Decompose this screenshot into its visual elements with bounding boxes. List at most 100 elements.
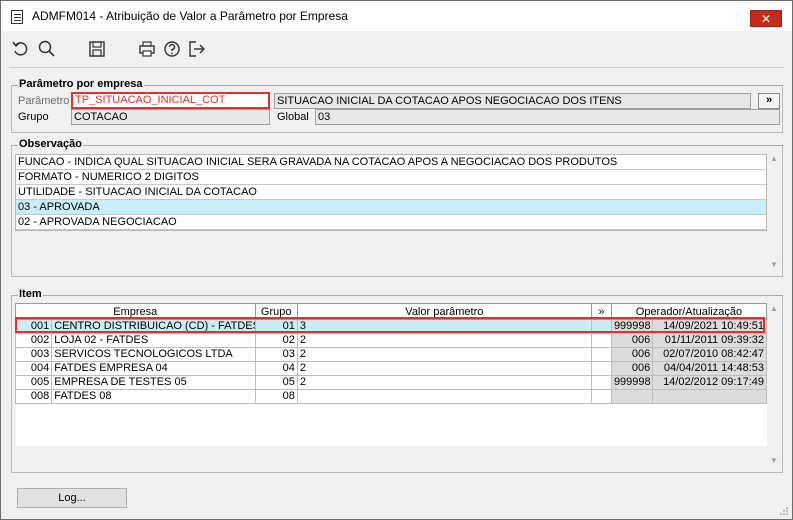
empresa-name-cell[interactable]: CENTRO DISTRIBUICAO (CD) - FATDES (51, 319, 256, 334)
atualizacao-cell[interactable]: 14/09/2021 10:49:51 (652, 319, 767, 334)
empty-cell (15, 403, 52, 418)
table-row[interactable]: 002 LOJA 02 - FATDES 02 2 006 01/11/2011 09:3… (14, 333, 767, 348)
empty-cell (51, 431, 256, 446)
parametro-more-button[interactable]: » (758, 93, 780, 109)
observacao-line-selected[interactable]: 03 - APROVADA (16, 200, 766, 215)
atualizacao-cell[interactable]: 01/11/2011 09:39:32 (652, 333, 767, 348)
scroll-up-icon[interactable]: ▲ (768, 154, 780, 163)
empty-cell (297, 431, 592, 446)
grupo-cell[interactable]: 01 (254, 319, 298, 334)
observacao-line[interactable]: FORMATO - NUMERICO 2 DIGITOS (16, 170, 766, 185)
valor-cell[interactable]: 2 (296, 347, 592, 362)
valor-more-cell[interactable] (590, 389, 612, 404)
operador-cell[interactable] (610, 389, 654, 404)
observacao-section: Observação FUNCAO - INDICA QUAL SITUACAO… (11, 138, 783, 277)
empty-row (15, 417, 767, 432)
valor-cell[interactable]: 2 (296, 361, 592, 376)
parametro-field[interactable]: TP_SITUACAO_INICIAL_COT (71, 92, 270, 109)
header-more-button[interactable]: » (590, 303, 612, 320)
item-section-title: Item (18, 288, 43, 300)
operador-cell[interactable]: 999998 (610, 375, 654, 390)
empresa-code-cell[interactable]: 004 (14, 361, 53, 376)
empty-row (15, 431, 767, 446)
empresa-code-cell[interactable]: 005 (14, 375, 53, 390)
valor-cell[interactable]: 2 (296, 375, 592, 390)
resize-grip-icon[interactable] (779, 506, 789, 516)
title-bar: ADMFM014 - Atribuição de Valor a Parâmet… (1, 1, 792, 31)
valor-more-cell[interactable] (590, 375, 612, 390)
valor-more-cell[interactable] (590, 319, 612, 334)
valor-cell[interactable] (296, 389, 592, 404)
undo-icon[interactable] (11, 39, 31, 59)
grupo-cell[interactable]: 04 (254, 361, 298, 376)
document-icon (11, 10, 23, 24)
parametro-label: Parâmetro (18, 95, 70, 107)
grupo-cell[interactable]: 02 (254, 333, 298, 348)
observacao-section-title: Observação (18, 138, 83, 150)
empresa-code-cell[interactable]: 001 (14, 319, 53, 334)
table-row[interactable]: 004 FATDES EMPRESA 04 04 2 006 04/04/2011 14:… (14, 361, 767, 376)
exit-icon[interactable] (187, 39, 207, 59)
header-empresa[interactable]: Empresa (15, 303, 256, 320)
observacao-line[interactable]: UTILIDADE - SITUACAO INICIAL DA COTACAO (16, 185, 766, 200)
main-window: ADMFM014 - Atribuição de Valor a Parâmet… (0, 0, 793, 520)
empty-cell (611, 403, 653, 418)
table-row[interactable]: 001 CENTRO DISTRIBUICAO (CD) - FATDES 01 3 9… (14, 319, 767, 334)
empty-cell (297, 403, 592, 418)
empresa-code-cell[interactable]: 002 (14, 333, 53, 348)
table-row[interactable]: 003 SERVICOS TECNOLOGICOS LTDA 03 2 006 02/07… (14, 347, 767, 362)
valor-cell[interactable]: 2 (296, 333, 592, 348)
empty-cell (652, 417, 767, 432)
parametro-section-title: Parâmetro por empresa (18, 78, 144, 90)
observacao-line[interactable]: 02 - APROVADA NEGOCIACAO (16, 215, 766, 230)
empresa-code-cell[interactable]: 003 (14, 347, 53, 362)
empresa-code-cell[interactable]: 008 (14, 389, 53, 404)
empty-row (15, 403, 767, 418)
observacao-line[interactable]: FUNCAO - INDICA QUAL SITUACAO INICIAL SE… (16, 155, 766, 170)
operador-cell[interactable]: 006 (610, 361, 654, 376)
empresa-name-cell[interactable]: SERVICOS TECNOLOGICOS LTDA (51, 347, 256, 362)
header-valor[interactable]: Valor parâmetro (296, 303, 592, 320)
empty-cell (591, 403, 612, 418)
grupo-cell[interactable]: 05 (254, 375, 298, 390)
atualizacao-cell[interactable] (652, 389, 767, 404)
empresa-name-cell[interactable]: LOJA 02 - FATDES (51, 333, 256, 348)
atualizacao-cell[interactable]: 04/04/2011 14:48:53 (652, 361, 767, 376)
toolbar-divider (9, 67, 784, 68)
valor-cell[interactable]: 3 (296, 319, 592, 334)
global-label: Global (277, 111, 309, 123)
search-icon[interactable] (37, 39, 57, 59)
parametro-description-field: SITUACAO INICIAL DA COTACAO APOS NEGOCIA… (274, 93, 751, 109)
help-icon[interactable] (162, 39, 182, 59)
atualizacao-cell[interactable]: 14/02/2012 09:17:49 (652, 375, 767, 390)
table-row[interactable]: 005 EMPRESA DE TESTES 05 05 2 999998 14/02/20… (14, 375, 767, 390)
empty-cell (652, 431, 767, 446)
empty-cell (255, 431, 298, 446)
empresa-name-cell[interactable]: FATDES EMPRESA 04 (51, 361, 256, 376)
scroll-down-icon[interactable]: ▼ (768, 260, 780, 269)
log-button[interactable]: Log... (17, 488, 127, 508)
close-button[interactable]: ✕ (750, 10, 782, 27)
header-grupo[interactable]: Grupo (254, 303, 298, 320)
operador-cell[interactable]: 006 (610, 347, 654, 362)
empty-cell (15, 417, 52, 432)
print-icon[interactable] (137, 39, 157, 59)
empresa-name-cell[interactable]: EMPRESA DE TESTES 05 (51, 375, 256, 390)
scroll-down-icon[interactable]: ▼ (768, 456, 780, 465)
scroll-up-icon[interactable]: ▲ (768, 304, 780, 313)
operador-cell[interactable]: 999998 (610, 319, 654, 334)
valor-more-cell[interactable] (590, 347, 612, 362)
table-row[interactable]: 008 FATDES 08 08 (14, 389, 767, 404)
observacao-list[interactable]: FUNCAO - INDICA QUAL SITUACAO INICIAL SE… (15, 154, 767, 231)
empresa-name-cell[interactable]: FATDES 08 (51, 389, 256, 404)
atualizacao-cell[interactable]: 02/07/2010 08:42:47 (652, 347, 767, 362)
grupo-cell[interactable]: 08 (254, 389, 298, 404)
log-button-label: Log... (58, 492, 86, 504)
save-icon[interactable] (87, 39, 107, 59)
header-operador[interactable]: Operador/Atualização (610, 303, 768, 320)
grupo-cell[interactable]: 03 (254, 347, 298, 362)
valor-more-cell[interactable] (590, 333, 612, 348)
toolbar (1, 33, 792, 67)
operador-cell[interactable]: 006 (610, 333, 654, 348)
valor-more-cell[interactable] (590, 361, 612, 376)
